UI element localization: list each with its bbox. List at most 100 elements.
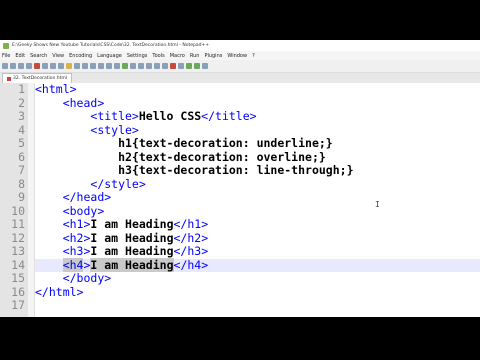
line-number: 9	[18, 190, 25, 204]
save-macro-icon[interactable]	[202, 63, 208, 69]
menu-item-search[interactable]: Search	[30, 53, 47, 59]
menu-item-help[interactable]: ?	[252, 53, 255, 59]
text-token: I am Heading	[90, 230, 174, 245]
mouse-i-beam-cursor: I	[375, 200, 380, 209]
save-icon[interactable]	[18, 63, 24, 69]
text-token: I am Heading	[90, 217, 174, 231]
window-title: E:\Geeky Shows New Youtube Tutorials\CSS…	[12, 43, 210, 48]
line-number: 15	[11, 271, 25, 285]
play-macro-icon[interactable]	[186, 63, 192, 69]
menu-item-plugins[interactable]: Plugins	[204, 53, 222, 59]
zoom-out-icon[interactable]	[114, 63, 120, 69]
code-line[interactable]: <title>Hello CSS</title>	[35, 109, 480, 124]
line-number: 1	[18, 82, 25, 96]
code-line[interactable]: h1{text-decoration: underline;}	[35, 136, 480, 151]
line-number: 11	[11, 217, 25, 231]
html-tag-token: <h4	[62, 257, 84, 272]
code-line[interactable]: </head>	[35, 190, 480, 205]
new-file-icon[interactable]	[2, 63, 8, 69]
show-all-chars-icon[interactable]	[138, 63, 144, 69]
title-bar: E:\Geeky Shows New Youtube Tutorials\CSS…	[0, 40, 480, 51]
menu-item-tools[interactable]: Tools	[152, 53, 164, 59]
text-token: I am Heading	[90, 244, 174, 258]
code-line[interactable]: </style>	[35, 176, 480, 192]
redo-icon[interactable]	[82, 63, 88, 69]
code-line[interactable]: <body>	[35, 203, 480, 219]
record-macro-icon[interactable]	[170, 63, 176, 69]
menu-item-run[interactable]: Run	[190, 53, 200, 59]
zoom-in-icon[interactable]	[106, 63, 112, 69]
line-number: 6	[18, 149, 25, 164]
run-macro-multiple-icon[interactable]	[194, 63, 200, 69]
code-line[interactable]: </body>	[35, 271, 480, 286]
code-line[interactable]: <head>	[35, 95, 480, 111]
html-tag-token: </title>	[201, 109, 257, 123]
undo-icon[interactable]	[74, 63, 80, 69]
html-tag-token: <h2>	[62, 230, 91, 245]
code-line[interactable]: </html>	[35, 285, 480, 300]
line-number: 3	[18, 109, 25, 123]
html-tag-token: </h4>	[173, 257, 209, 272]
stop-macro-icon[interactable]	[178, 63, 184, 69]
html-tag-token: <head>	[62, 95, 105, 110]
html-tag-token: <style>	[90, 122, 139, 137]
html-tag-token: <title>	[90, 109, 139, 123]
replace-icon[interactable]	[98, 63, 104, 69]
indent-guide-icon[interactable]	[146, 63, 152, 69]
code-line[interactable]: <h2>I am Heading</h2>	[35, 230, 480, 246]
menu-item-window[interactable]: Window	[227, 53, 247, 59]
notepad-window: E:\Geeky Shows New Youtube Tutorials\CSS…	[0, 40, 480, 317]
line-number: 16	[11, 284, 25, 299]
line-number: 7	[18, 163, 25, 177]
file-tab-label: 32. TextDecoration.html	[13, 76, 68, 81]
code-line[interactable]: h3{text-decoration: line-through;}	[35, 163, 480, 178]
html-tag-token: <h1>	[62, 217, 91, 231]
code-line[interactable]: h2{text-decoration: overline;}	[35, 150, 480, 165]
menu-item-edit[interactable]: Edit	[15, 53, 25, 59]
editor-area[interactable]: 1 2 3 4 5 6 7 8 9 10 11 12 13 14 15 16 17 <html> <head> …	[0, 82, 480, 317]
menu-item-macro[interactable]: Macro	[170, 53, 185, 59]
html-tag-token: </h3>	[173, 244, 209, 258]
function-list-icon[interactable]	[162, 63, 168, 69]
menu-item-encoding[interactable]: Encoding	[69, 53, 92, 59]
cut-icon[interactable]	[50, 63, 56, 69]
close-file-icon[interactable]	[34, 63, 40, 69]
word-wrap-icon[interactable]	[130, 63, 136, 69]
html-tag-token: <body>	[62, 203, 105, 218]
code-line[interactable]: <html>	[35, 82, 480, 97]
code-text-area[interactable]: <html> <head> <title>Hello CSS</title> <…	[35, 82, 480, 317]
html-tag-token: <h3>	[62, 244, 91, 258]
code-line[interactable]: <h3>I am Heading</h3>	[35, 244, 480, 259]
text-token: Hello CSS	[138, 109, 202, 123]
toolbar	[0, 60, 480, 73]
html-tag-token: </style>	[90, 176, 146, 191]
code-line[interactable]: <h1>I am Heading</h1>	[35, 217, 480, 232]
line-number: 2	[18, 95, 25, 110]
line-number: 8	[18, 176, 25, 191]
paste-icon[interactable]	[66, 63, 72, 69]
code-line[interactable]	[35, 299, 480, 313]
menu-item-language[interactable]: Language	[97, 53, 122, 59]
find-icon[interactable]	[90, 63, 96, 69]
save-all-icon[interactable]	[26, 63, 32, 69]
sync-scroll-icon[interactable]	[122, 63, 128, 69]
code-line[interactable]: <h4>I am Heading</h4>	[35, 257, 480, 272]
doc-map-icon[interactable]	[154, 63, 160, 69]
menu-item-file[interactable]: File	[2, 53, 10, 59]
menu-bar: File Edit Search View Encoding Language Settin…	[0, 51, 480, 60]
menu-item-settings[interactable]: Settings	[127, 53, 148, 59]
open-file-icon[interactable]	[10, 63, 16, 69]
line-number: 14	[11, 257, 25, 272]
copy-icon[interactable]	[58, 63, 64, 69]
fold-margin[interactable]	[28, 83, 35, 317]
code-line[interactable]: <style>	[35, 122, 480, 138]
print-icon[interactable]	[42, 63, 48, 69]
menu-item-view[interactable]: View	[52, 53, 64, 59]
